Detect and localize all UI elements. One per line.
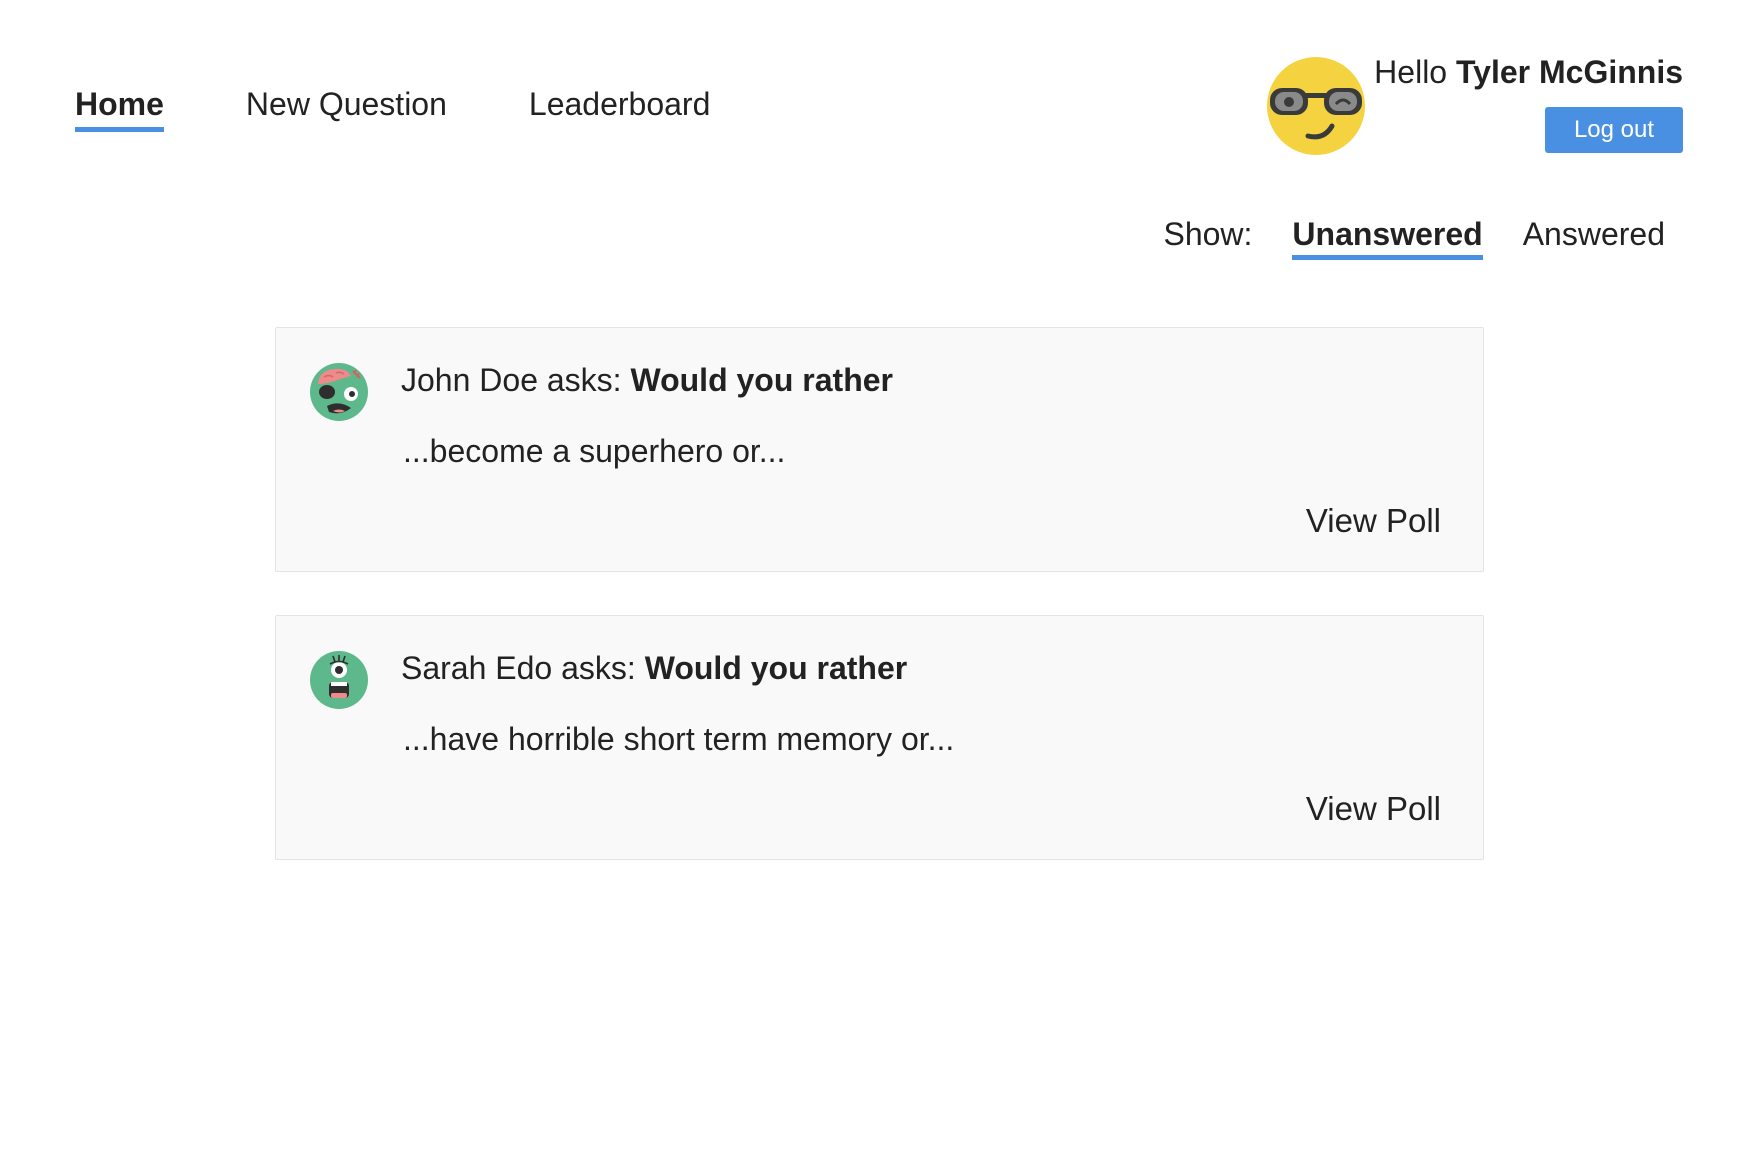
question-preview: ...have horrible short term memory or... — [403, 721, 955, 757]
zombie-avatar-icon — [310, 363, 368, 421]
user-name: Tyler McGinnis — [1455, 54, 1683, 90]
question-author: Sarah Edo — [401, 650, 553, 686]
question-prompt: Would you rather — [630, 362, 893, 398]
sunglasses-emoji-icon — [1267, 57, 1365, 155]
logout-button[interactable]: Log out — [1545, 107, 1683, 153]
view-poll-link[interactable]: View Poll — [1306, 790, 1441, 828]
user-greeting: Hello Tyler McGinnis — [1374, 54, 1683, 91]
question-list: John Doe asks: Would you rather ...becom… — [275, 327, 1484, 903]
filter-label: Show: — [1163, 216, 1253, 252]
filter-unanswered[interactable]: Unanswered — [1292, 216, 1483, 260]
filter-answered[interactable]: Answered — [1523, 216, 1665, 260]
question-prompt: Would you rather — [644, 650, 908, 686]
question-preview: ...become a superhero or... — [403, 433, 786, 469]
nav-new-question[interactable]: New Question — [246, 86, 447, 132]
nav-leaderboard[interactable]: Leaderboard — [529, 86, 710, 132]
question-title: John Doe asks: Would you rather — [401, 362, 893, 399]
nav-home[interactable]: Home — [75, 86, 164, 132]
cyclops-monster-avatar-icon — [310, 651, 368, 709]
question-author: John Doe — [401, 362, 538, 398]
question-asks: asks: — [561, 650, 636, 686]
question-filter: Show: Unanswered Answered — [1163, 216, 1665, 260]
main-nav: Home New Question Leaderboard — [75, 86, 710, 132]
question-card: John Doe asks: Would you rather ...becom… — [275, 327, 1484, 572]
view-poll-link[interactable]: View Poll — [1306, 502, 1441, 540]
question-title: Sarah Edo asks: Would you rather — [401, 650, 907, 687]
question-card: Sarah Edo asks: Would you rather ...have… — [275, 615, 1484, 860]
question-asks: asks: — [546, 362, 622, 398]
greeting-prefix: Hello — [1374, 54, 1448, 90]
